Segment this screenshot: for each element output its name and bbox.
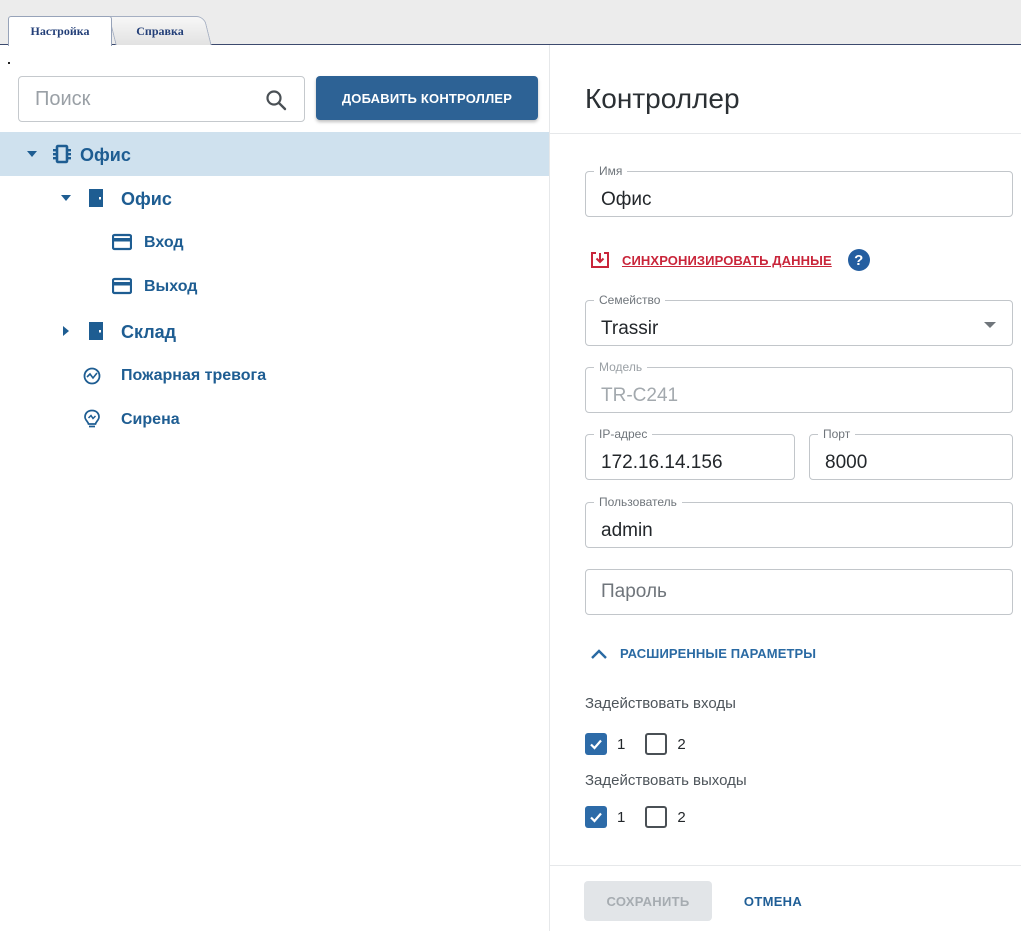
checkmark-icon: [590, 739, 602, 750]
fire-alarm-icon: [83, 367, 101, 385]
user-field[interactable]: Пользователь admin: [585, 495, 1013, 548]
user-field-value: admin: [601, 520, 653, 541]
siren-icon: [84, 409, 100, 428]
checkmark-icon: [590, 812, 602, 823]
save-button[interactable]: СОХРАНИТЬ: [584, 881, 712, 921]
tree-item-label: Офис: [80, 145, 131, 165]
tree-item-label: Склад: [121, 322, 177, 342]
input-2-label: 2: [677, 735, 686, 753]
port-field-label: Порт: [818, 427, 856, 441]
tab-settings[interactable]: Настройка: [8, 16, 112, 46]
family-select-label: Семейство: [594, 293, 666, 307]
help-icon[interactable]: ?: [847, 249, 870, 271]
tab-help-label: Справка: [136, 23, 184, 38]
search-box[interactable]: [18, 76, 305, 122]
caret-down-icon[interactable]: [60, 192, 72, 204]
search-input[interactable]: [35, 77, 255, 121]
name-field-label: Имя: [594, 164, 628, 178]
advanced-params-toggle[interactable]: РАСШИРЕННЫЕ ПАРАМЕТРЫ: [590, 646, 816, 661]
tree-item-label: Пожарная тревога: [121, 367, 267, 384]
controller-icon: [53, 144, 71, 164]
input-1-label: 1: [617, 735, 626, 753]
model-field: Модель TR-C241: [585, 360, 1013, 413]
output-1-checkbox[interactable]: [585, 806, 607, 828]
output-2-checkbox[interactable]: [645, 806, 668, 828]
page-title: Контроллер: [585, 83, 740, 114]
sync-data-label[interactable]: СИНХРОНИЗИРОВАТЬ ДАННЫЕ: [622, 253, 832, 268]
chevron-up-icon: [591, 648, 607, 659]
reader-icon: [112, 277, 132, 295]
tree-item-label: Офис: [121, 189, 172, 209]
caret-right-icon[interactable]: [60, 325, 72, 337]
tab-settings-label: Настройка: [30, 24, 90, 38]
caret-down-icon[interactable]: [26, 148, 38, 160]
inputs-group-title: Задействовать входы: [585, 695, 736, 712]
controller-form: Контроллер Имя Офис СИНХРОНИЗИРОВАТЬ ДАН…: [550, 45, 1021, 931]
tree-item-label: Выход: [144, 278, 198, 295]
tree-item-label: Сирена: [121, 411, 180, 428]
door-icon: [89, 189, 103, 207]
door-icon: [89, 322, 103, 340]
password-field[interactable]: Пароль: [585, 569, 1013, 615]
family-select-value: Trassir: [601, 318, 659, 339]
family-select[interactable]: Семейство Trassir: [585, 293, 1013, 346]
output-2-label: 2: [677, 808, 686, 826]
name-field[interactable]: Имя Офис: [585, 164, 1013, 217]
tree-item-siren[interactable]: Сирена: [0, 397, 549, 441]
cancel-button[interactable]: ОТМЕНА: [728, 881, 818, 921]
model-field-value: TR-C241: [601, 385, 679, 406]
port-field[interactable]: Порт 8000: [809, 427, 1013, 480]
input-1-checkbox[interactable]: [585, 733, 607, 755]
ip-address-field-label: IP-адрес: [594, 427, 653, 441]
user-field-label: Пользователь: [594, 495, 682, 509]
output-1-label: 1: [617, 808, 626, 826]
add-controller-button[interactable]: ДОБАВИТЬ КОНТРОЛЛЕР: [316, 76, 538, 120]
tree-item-door-office[interactable]: Офис: [0, 176, 549, 220]
tree-item-fire-alarm[interactable]: Пожарная тревога: [0, 353, 549, 397]
tab-help[interactable]: Справка: [108, 16, 212, 45]
ip-address-field-value: 172.16.14.156: [601, 452, 723, 473]
dropdown-arrow-icon[interactable]: [984, 322, 996, 328]
tree-item-door-warehouse[interactable]: Склад: [0, 309, 549, 353]
tab-bar: Настройка Справка: [0, 0, 1021, 46]
download-sync-icon: [591, 252, 609, 268]
outputs-group-title: Задействовать выходы: [585, 772, 747, 789]
sync-data-link[interactable]: СИНХРОНИЗИРОВАТЬ ДАННЫЕ ?: [590, 249, 870, 271]
footer-divider: [550, 865, 1021, 866]
reader-icon: [112, 233, 132, 251]
model-field-label: Модель: [594, 360, 648, 374]
advanced-params-label: РАСШИРЕННЫЕ ПАРАМЕТРЫ: [620, 646, 817, 661]
devices-panel: ДОБАВИТЬ КОНТРОЛЛЕР Офис Офис Вход: [0, 45, 549, 931]
search-icon[interactable]: [264, 88, 288, 112]
tree-item-reader-exit[interactable]: Выход: [0, 264, 549, 308]
input-2-checkbox[interactable]: [645, 733, 668, 755]
name-field-value: Офис: [601, 189, 652, 210]
port-field-value: 8000: [825, 452, 868, 473]
inputs-checkbox-group: 1 2: [585, 733, 706, 755]
password-field-placeholder: Пароль: [601, 581, 667, 602]
ip-address-field[interactable]: IP-адрес 172.16.14.156: [585, 427, 795, 480]
tree-item-reader-entry[interactable]: Вход: [0, 220, 549, 264]
header-divider: [550, 133, 1021, 134]
tree-item-controller-office[interactable]: Офис: [0, 132, 549, 176]
tree-item-label: Вход: [144, 234, 184, 251]
outputs-checkbox-group: 1 2: [585, 806, 706, 828]
